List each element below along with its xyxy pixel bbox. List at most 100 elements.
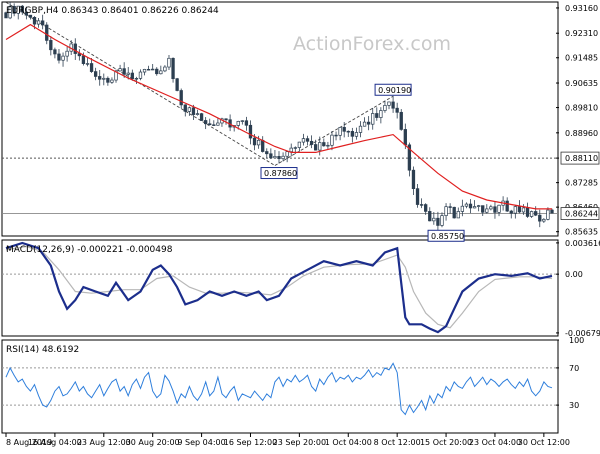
- candle-body: [53, 49, 57, 55]
- x-tick-label: 30 Oct 12:00: [518, 438, 570, 447]
- candle-body: [358, 125, 363, 133]
- candle-body: [216, 122, 220, 126]
- candle-body: [448, 206, 452, 208]
- candle-body: [517, 206, 522, 213]
- candle-body: [468, 203, 473, 209]
- price-tick-label: 0.89810: [565, 104, 598, 113]
- candle-body: [399, 111, 403, 130]
- candle-body: [151, 68, 155, 71]
- candle-body: [509, 210, 513, 214]
- candle-body: [191, 107, 196, 115]
- candle-body: [485, 208, 489, 213]
- x-tick-label: 23 Aug 12:00: [77, 438, 131, 447]
- candle-body: [36, 20, 41, 25]
- candle-body: [342, 127, 346, 132]
- candle-body: [318, 142, 322, 151]
- candle-body: [248, 124, 253, 139]
- candle-body: [497, 204, 501, 213]
- candle-body: [391, 101, 395, 109]
- candle-body: [440, 215, 444, 226]
- candle-body: [118, 68, 122, 72]
- candle-body: [493, 206, 497, 213]
- rsi-tick-label: 100: [569, 336, 584, 345]
- price-tick-label: 0.90635: [565, 79, 598, 88]
- candle-body: [61, 55, 65, 61]
- x-tick-label: 8 Oct 12:00: [374, 438, 421, 447]
- candle-body: [183, 104, 187, 112]
- candle-body: [529, 211, 534, 217]
- candle-body: [261, 139, 265, 152]
- price-chart-title: EURGBP,H4 0.86343 0.86401 0.86226 0.8624…: [6, 6, 219, 16]
- x-tick-label: 30 Aug 20:00: [126, 438, 180, 447]
- candle-body: [93, 71, 98, 77]
- candle-body: [179, 90, 183, 106]
- candle-body: [305, 138, 310, 142]
- candle-body: [371, 113, 375, 125]
- support-level-label: 0.88110: [565, 154, 598, 163]
- rsi-tick-label: 30: [569, 401, 579, 410]
- candle-body: [444, 206, 448, 216]
- candle-body: [163, 66, 167, 72]
- candle-body: [354, 132, 359, 137]
- candle-body: [41, 20, 45, 26]
- candle-body: [175, 78, 179, 91]
- candle-body: [477, 205, 481, 207]
- candle-body: [65, 50, 69, 57]
- candle-body: [187, 107, 192, 112]
- candle-body: [199, 113, 204, 121]
- x-tick-label: 23 Oct 04:00: [469, 438, 521, 447]
- candle-body: [146, 68, 151, 71]
- candle-body: [513, 206, 517, 214]
- candle-body: [346, 130, 350, 133]
- candle-body: [171, 57, 175, 80]
- candle-body: [155, 68, 159, 75]
- candle-body: [224, 118, 228, 121]
- candle-body: [436, 217, 440, 226]
- candle-body: [57, 53, 61, 61]
- candle-body: [419, 204, 424, 206]
- candle-body: [350, 131, 354, 137]
- candle-body: [281, 155, 285, 160]
- price-tick-label: 0.85635: [565, 228, 598, 237]
- candle-body: [208, 123, 212, 126]
- candle-body: [256, 139, 261, 146]
- candle-body: [366, 121, 371, 125]
- candle-body: [45, 24, 49, 41]
- candle-body: [550, 209, 554, 214]
- current-price-label: 0.86244: [565, 210, 598, 219]
- candle-body: [472, 206, 477, 209]
- candle-body: [326, 144, 330, 147]
- eurgbp-chart-window: 0.93160 0.92310 0.91485 0.90635 0.89810 0.889…: [0, 0, 600, 450]
- x-tick-label: 16 Sep 12:00: [224, 438, 277, 447]
- candle-body: [411, 169, 416, 189]
- candle-body: [289, 147, 293, 153]
- candle-body: [403, 129, 407, 146]
- candle-body: [415, 188, 420, 205]
- candle-body: [265, 151, 269, 155]
- candle-body: [362, 121, 367, 127]
- candle-body: [106, 77, 110, 83]
- candle-body: [252, 137, 257, 146]
- candle-body: [159, 70, 163, 75]
- candle-body: [395, 107, 399, 113]
- candle-body: [98, 76, 102, 80]
- x-tick-label: 1 Oct 04:00: [325, 438, 372, 447]
- rsi-panel-title: RSI(14) 48.6192: [6, 345, 79, 355]
- candle-body: [110, 79, 114, 83]
- candle-body: [134, 78, 139, 80]
- candle-body: [240, 120, 244, 122]
- candle-body: [481, 205, 485, 213]
- candle-body: [309, 140, 314, 145]
- candle-body: [102, 77, 106, 80]
- candle-body: [32, 16, 37, 25]
- candle-body: [456, 211, 460, 219]
- macd-panel-title: MACD(12,26,9) -0.000221 -0.000498: [6, 245, 173, 255]
- macd-tick-label: 0.003616: [565, 239, 600, 248]
- candle-body: [383, 105, 387, 111]
- candle-body: [167, 57, 171, 68]
- candle-body: [301, 138, 306, 143]
- price-annotation-label: 0.90190: [378, 86, 411, 95]
- candle-body: [387, 101, 391, 106]
- price-tick-label: 0.88960: [565, 129, 598, 138]
- macd-tick-label: 0.00: [565, 270, 583, 279]
